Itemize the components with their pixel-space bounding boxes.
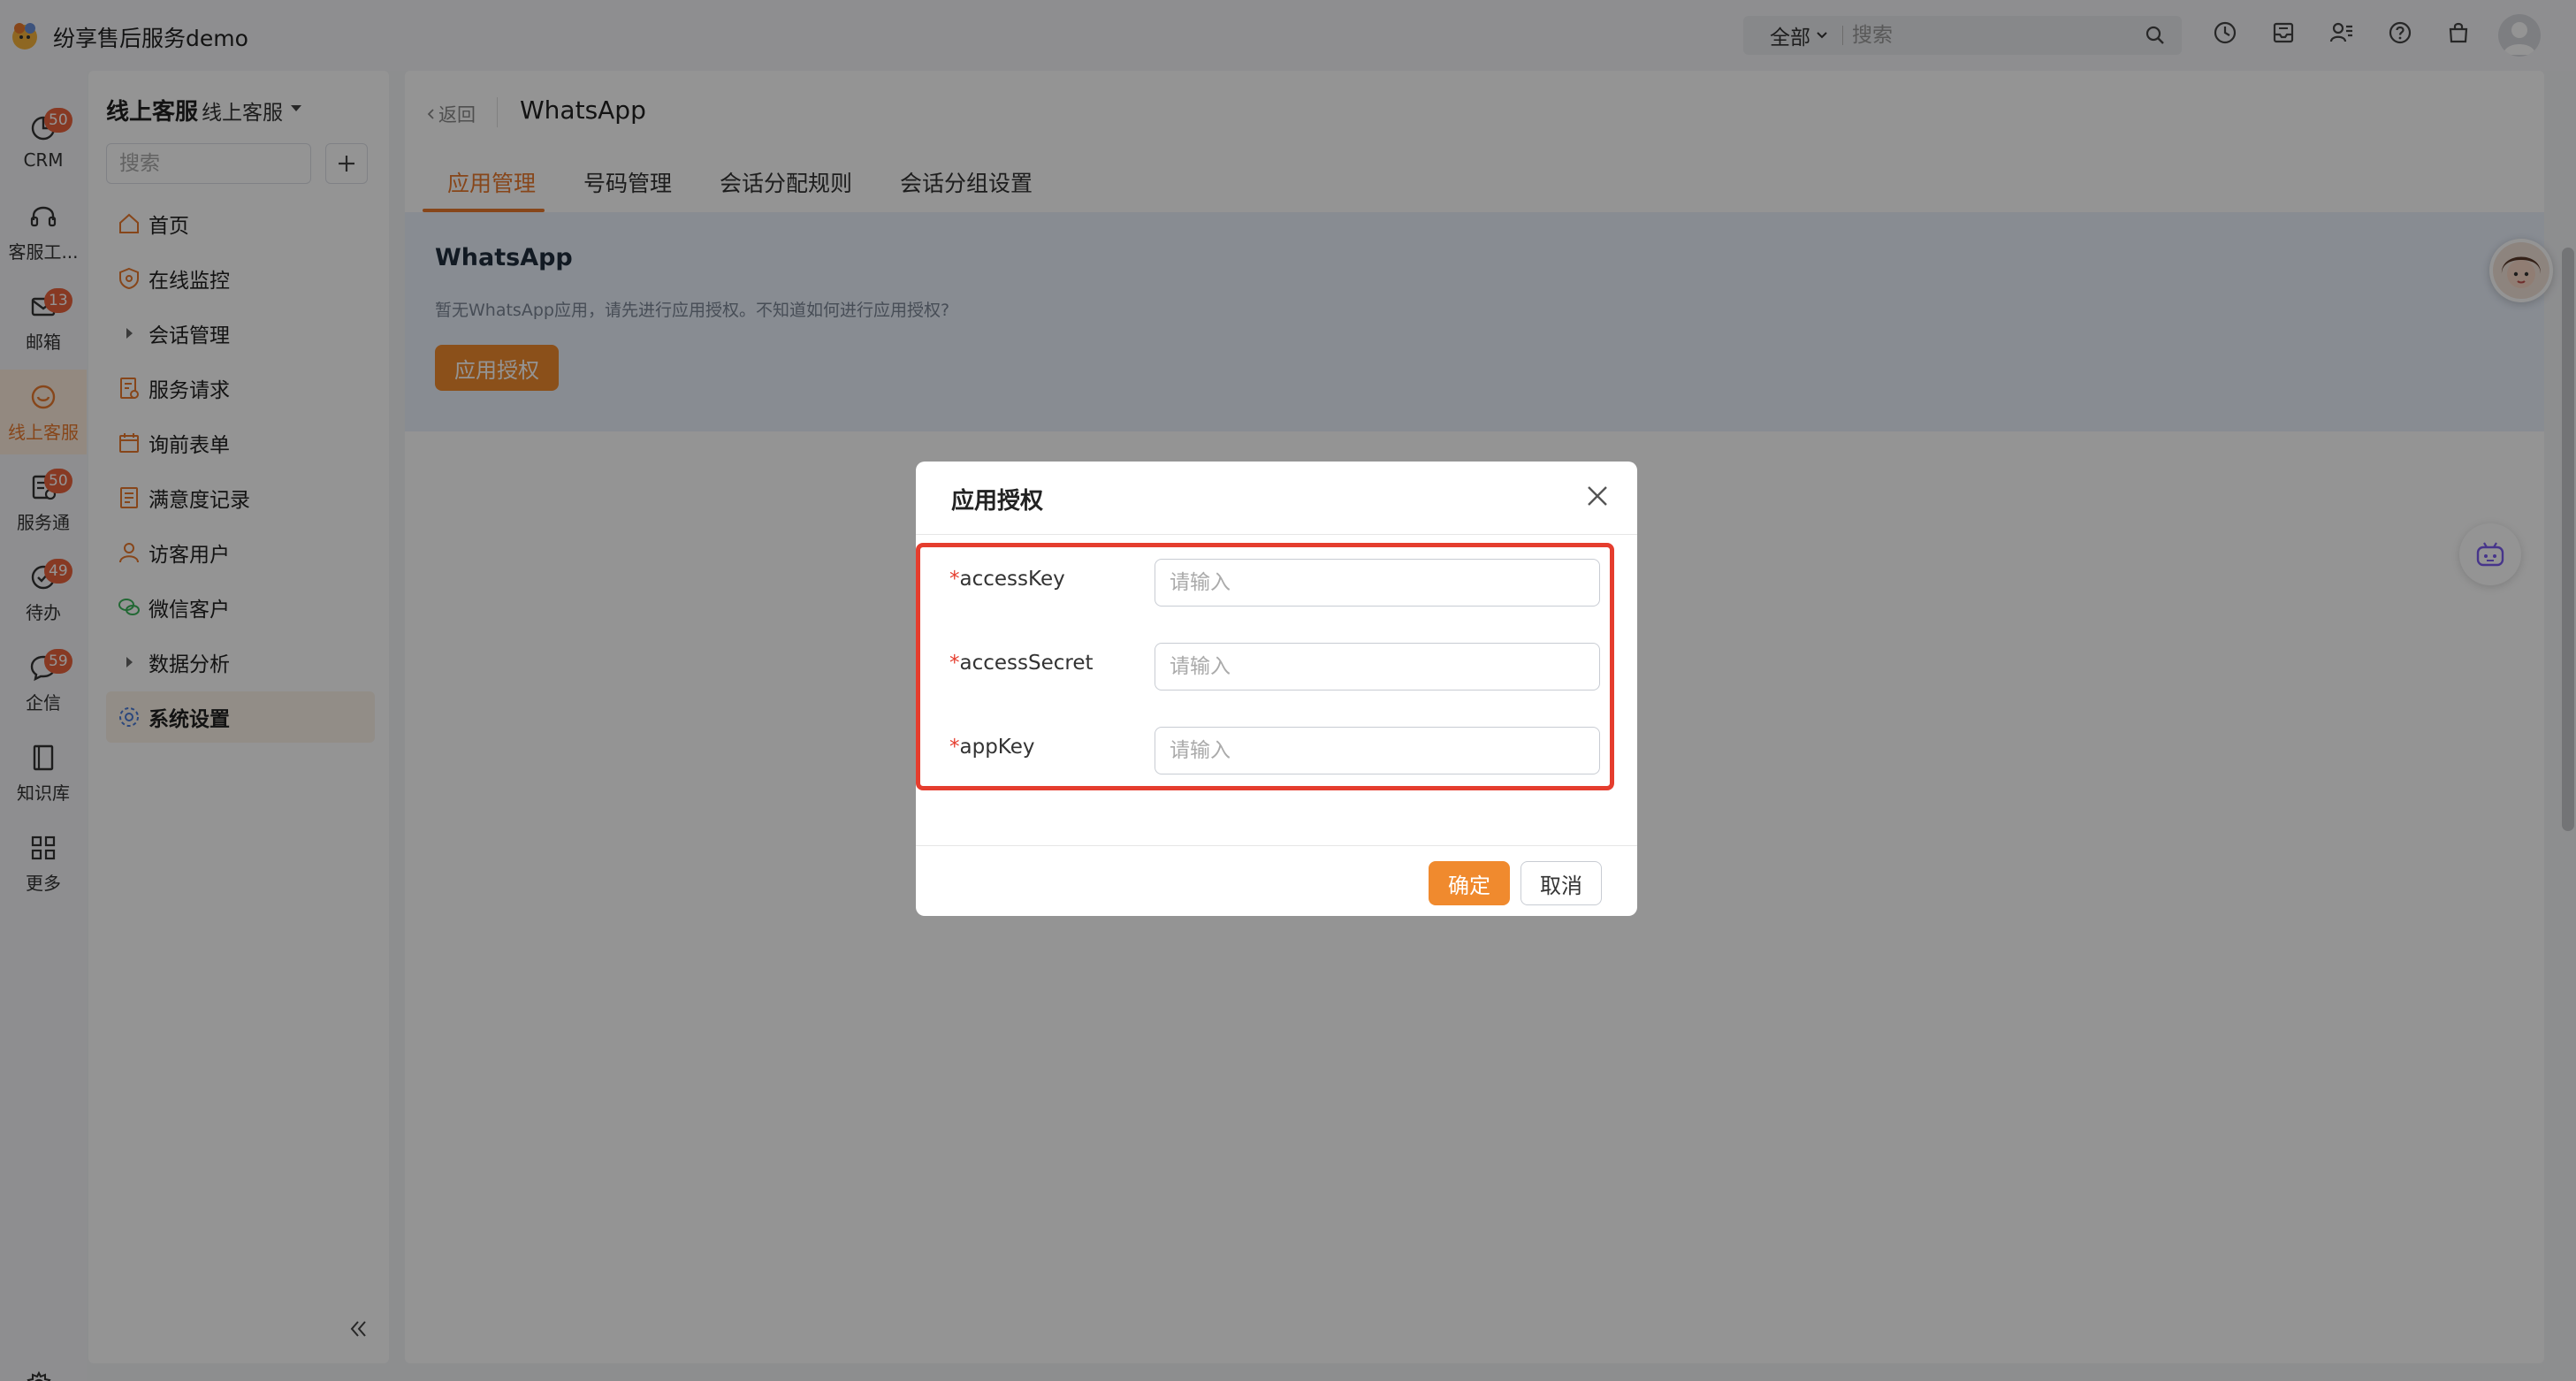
access-key-label: *accessKey xyxy=(949,568,1065,591)
divider xyxy=(916,534,1637,535)
required-mark: * xyxy=(949,568,960,591)
cancel-button[interactable]: 取消 xyxy=(1520,861,1602,905)
access-secret-input[interactable] xyxy=(1155,643,1600,690)
authorize-app-dialog: 应用授权 *accessKey *accessSecret *appKey 确定… xyxy=(916,462,1637,916)
app-key-label: *appKey xyxy=(949,736,1035,759)
app-key-input[interactable] xyxy=(1155,727,1600,774)
access-secret-label: *accessSecret xyxy=(949,652,1094,675)
field-label: appKey xyxy=(959,736,1035,759)
dialog-title: 应用授权 xyxy=(951,488,1044,515)
field-label: accessSecret xyxy=(959,652,1094,675)
access-key-input[interactable] xyxy=(1155,559,1600,607)
divider xyxy=(916,845,1637,846)
confirm-button[interactable]: 确定 xyxy=(1429,861,1510,905)
field-label: accessKey xyxy=(959,568,1065,591)
close-icon[interactable] xyxy=(1584,483,1611,509)
required-mark: * xyxy=(949,736,960,759)
required-mark: * xyxy=(949,652,960,675)
